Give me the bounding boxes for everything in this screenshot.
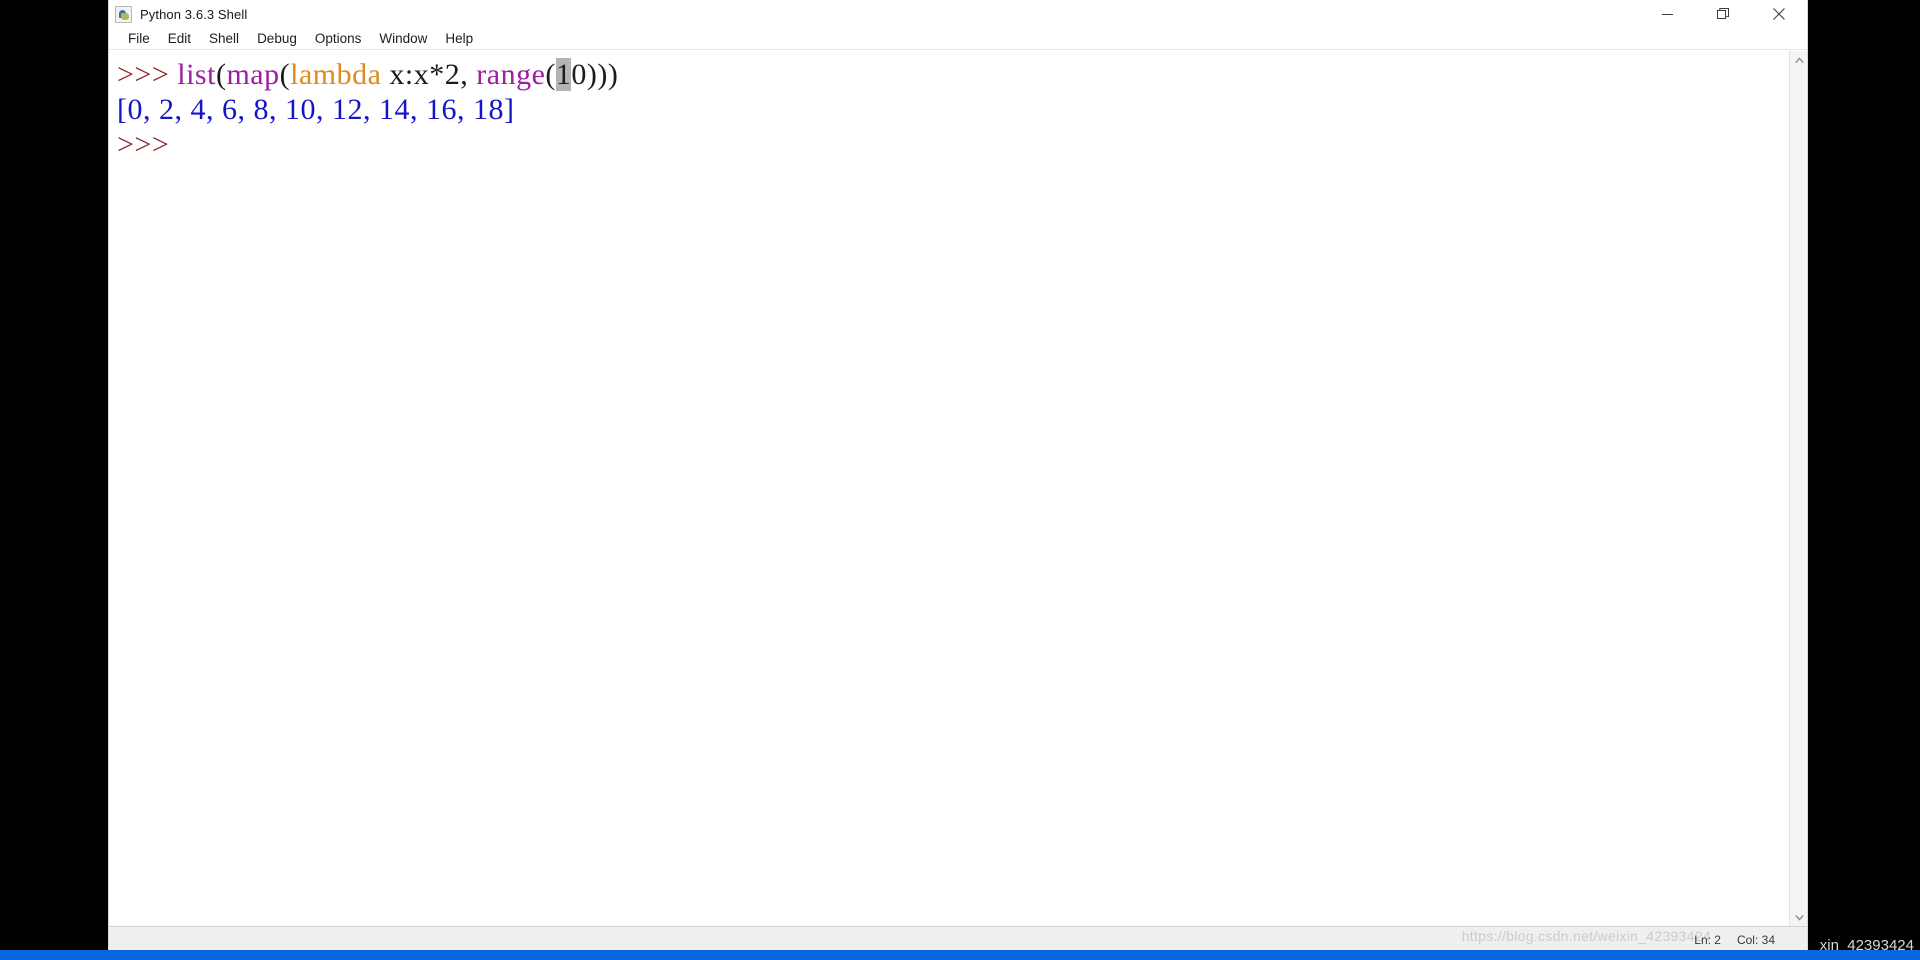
watermark-url: https://blog.csdn.net/weixin_42393424 — [1461, 928, 1711, 944]
restore-button[interactable] — [1695, 0, 1751, 28]
prompt-marker-new: >>> — [117, 128, 170, 161]
scroll-down-button[interactable] — [1790, 908, 1808, 926]
shell-text-area[interactable]: >>> list(map(lambda x:x*2, range(10))) [… — [109, 51, 1789, 926]
chevron-down-icon — [1794, 914, 1804, 921]
status-bar: https://blog.csdn.net/weixin_42393424 Ln… — [109, 926, 1807, 952]
menu-item-file[interactable]: File — [119, 30, 159, 47]
screen: Python 3.6.3 Shell File Edit Shell Debug… — [0, 0, 1920, 960]
minimize-button[interactable] — [1639, 0, 1695, 28]
token-lambda-body: x:x*2, — [381, 58, 477, 91]
status-col-indicator: Col: 34 — [1736, 932, 1775, 947]
shell-new-prompt-line[interactable]: >>> — [117, 127, 1789, 162]
token-paren-open-3: ( — [545, 58, 556, 91]
output-list: [0, 2, 4, 6, 8, 10, 12, 14, 16, 18] — [117, 93, 515, 126]
status-line-indicator: Ln: 2 — [1694, 932, 1721, 947]
window-title: Python 3.6.3 Shell — [140, 6, 248, 22]
token-list: list — [177, 58, 216, 91]
token-lambda: lambda — [290, 58, 382, 91]
close-icon — [1773, 8, 1785, 20]
token-paren-open-2: ( — [279, 58, 291, 91]
minimize-icon — [1661, 13, 1673, 15]
scroll-up-button[interactable] — [1790, 51, 1808, 69]
text-selection-cursor[interactable]: 1 — [555, 58, 572, 91]
shell-body: >>> list(map(lambda x:x*2, range(10))) [… — [109, 50, 1807, 926]
close-button[interactable] — [1751, 0, 1807, 28]
shell-output-line: [0, 2, 4, 6, 8, 10, 12, 14, 16, 18] — [117, 92, 1789, 127]
menu-item-options[interactable]: Options — [306, 30, 371, 47]
vertical-scrollbar[interactable] — [1789, 51, 1807, 926]
shell-input-line[interactable]: >>> list(map(lambda x:x*2, range(10))) — [117, 57, 1789, 92]
scrollbar-thumb[interactable] — [1791, 69, 1806, 908]
window-controls — [1639, 0, 1807, 28]
restore-icon — [1717, 8, 1729, 19]
token-range: range — [476, 58, 546, 91]
menu-item-shell[interactable]: Shell — [200, 30, 248, 47]
title-bar[interactable]: Python 3.6.3 Shell — [109, 0, 1807, 28]
token-paren-open-1: ( — [215, 58, 227, 91]
token-tail: 0))) — [571, 58, 619, 91]
python-idle-icon — [115, 5, 132, 23]
menu-item-debug[interactable]: Debug — [248, 30, 306, 47]
scrollbar-track[interactable] — [1790, 69, 1807, 908]
chevron-up-icon — [1794, 56, 1804, 63]
token-map: map — [226, 58, 280, 91]
prompt-marker: >>> — [117, 58, 178, 91]
taskbar[interactable] — [0, 950, 1920, 960]
menu-item-help[interactable]: Help — [436, 30, 482, 47]
menu-item-edit[interactable]: Edit — [159, 30, 200, 47]
menu-item-window[interactable]: Window — [370, 30, 436, 47]
menu-bar: File Edit Shell Debug Options Window Hel… — [109, 28, 1807, 50]
idle-shell-window: Python 3.6.3 Shell File Edit Shell Debug… — [108, 0, 1808, 952]
